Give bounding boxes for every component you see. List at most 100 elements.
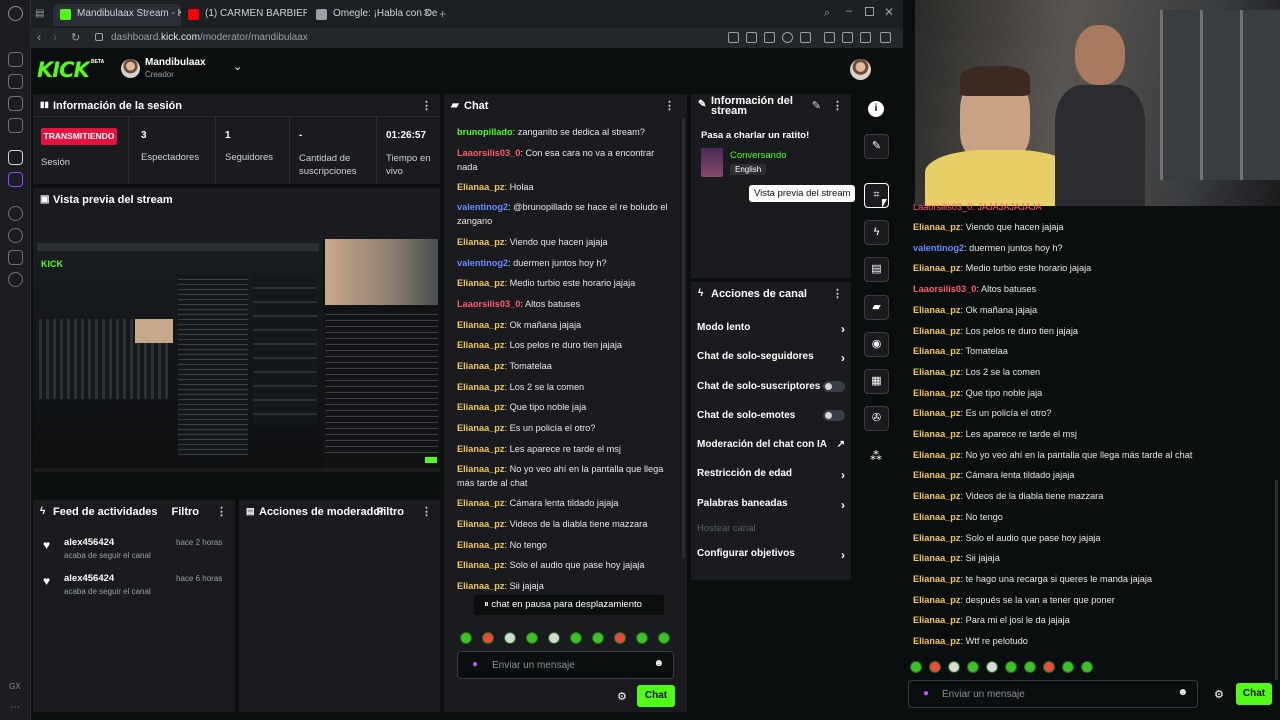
chat-username[interactable]: Elianaa_pz <box>913 470 961 480</box>
category-thumbnail[interactable] <box>701 148 723 177</box>
user-avatar[interactable] <box>850 59 871 80</box>
broadcast-icon[interactable]: ◉ <box>864 332 889 357</box>
emote-icon[interactable] <box>910 661 922 673</box>
reload-icon[interactable]: ↻ <box>71 31 80 44</box>
emote-icon[interactable] <box>570 632 582 644</box>
right-chat-settings-icon[interactable]: ⚙ <box>1214 688 1224 701</box>
kebab-icon[interactable]: ⋮ <box>216 505 227 518</box>
extensions-toolbar-icon[interactable] <box>824 32 835 43</box>
kebab-icon[interactable]: ⋮ <box>421 505 432 518</box>
chat-send-button[interactable]: Chat <box>637 685 675 707</box>
chat-username[interactable]: Elianaa_pz <box>913 346 961 356</box>
chat-input[interactable]: ● Enviar un mensaje ☻ <box>457 651 674 679</box>
emote-icon[interactable] <box>1081 661 1093 673</box>
tab-menu-icon[interactable]: ▤ <box>35 8 44 19</box>
wallet-icon[interactable] <box>842 32 853 43</box>
activity-filter-button[interactable]: Filtro <box>172 506 200 518</box>
kick-icon[interactable] <box>8 150 23 165</box>
pin-icon[interactable] <box>728 32 739 43</box>
emote-icon[interactable] <box>548 632 560 644</box>
chat-username[interactable]: Elianaa_pz <box>913 388 961 398</box>
stream-preview-video[interactable]: KICK <box>33 239 440 468</box>
chat-username[interactable]: Elianaa_pz <box>913 222 961 232</box>
chat-username[interactable]: Elianaa_pz <box>457 182 505 192</box>
chat-username[interactable]: Elianaa_pz <box>913 408 961 418</box>
chat-username[interactable]: Elianaa_pz <box>457 402 505 412</box>
channel-avatar[interactable] <box>121 59 140 78</box>
tab-omegle[interactable]: Omegle: ¡Habla con Desc ✕ <box>309 4 437 26</box>
chat-username[interactable]: Elianaa_pz <box>457 320 505 330</box>
mod-filter-button[interactable]: Filtro <box>377 506 405 518</box>
emote-icon[interactable] <box>482 632 494 644</box>
chat-username[interactable]: Elianaa_pz <box>457 423 505 433</box>
channel-action-item[interactable]: Configurar objetivos › <box>697 548 847 562</box>
right-chat-send-button[interactable]: Chat <box>1236 683 1272 705</box>
snapshot-icon[interactable] <box>746 32 757 43</box>
bookmark-heart-icon[interactable] <box>800 32 811 43</box>
emote-icon[interactable] <box>967 661 979 673</box>
emoji-icon[interactable]: ☻ <box>1177 687 1188 698</box>
bookmarks-icon[interactable] <box>8 96 23 111</box>
chat-username[interactable]: Elianaa_pz <box>457 560 505 570</box>
chat-paused-banner[interactable]: ⏸ chat en pausa para desplazamiento <box>474 595 664 615</box>
channel-action-item[interactable]: Chat de solo-emotes <box>697 410 847 421</box>
right-chat-input[interactable]: ● Enviar un mensaje ☻ <box>908 680 1198 708</box>
channel-action-item[interactable]: Chat de solo-seguidores › <box>697 351 847 365</box>
tab-youtube[interactable]: (1) CARMEN BARBIERI Y L <box>181 4 307 26</box>
downloads-icon[interactable] <box>8 250 23 265</box>
info-icon[interactable]: i <box>868 101 884 117</box>
menu-icon[interactable] <box>880 32 891 43</box>
chat-icon[interactable]: ▰ <box>864 295 889 320</box>
chat-username[interactable]: Elianaa_pz <box>457 498 505 508</box>
chat-username[interactable]: Elianaa_pz <box>913 491 961 501</box>
kebab-icon[interactable]: ⋮ <box>421 99 432 112</box>
extensions-icon[interactable] <box>8 74 23 89</box>
layout-icon[interactable]: ▦ <box>864 369 889 394</box>
apps-icon[interactable]: ⁂ <box>870 449 882 463</box>
emote-icon[interactable] <box>948 661 960 673</box>
chat-username[interactable]: valentinog2 <box>457 202 508 212</box>
kebab-icon[interactable]: ⋮ <box>832 287 843 300</box>
channel-action-item[interactable]: Moderación del chat con IA ↗ <box>697 439 847 450</box>
chat-username[interactable]: Elianaa_pz <box>457 237 505 247</box>
maximize-icon[interactable] <box>865 7 874 16</box>
chat-username[interactable]: Elianaa_pz <box>913 533 961 543</box>
chat-username[interactable]: brunopillado <box>457 127 513 137</box>
emoji-icon[interactable]: ☻ <box>653 658 664 669</box>
chat-username[interactable]: Elianaa_pz <box>913 326 961 336</box>
microphone-icon[interactable]: ● <box>923 688 929 699</box>
toggle-switch[interactable] <box>823 410 845 421</box>
download-icon[interactable] <box>860 32 871 43</box>
quick-actions-icon[interactable]: ϟ <box>864 220 889 245</box>
channel-action-item[interactable]: Restricción de edad › <box>697 468 847 482</box>
chat-username[interactable]: Elianaa_pz <box>913 553 961 563</box>
emote-icon[interactable] <box>1024 661 1036 673</box>
kebab-icon[interactable]: ⋮ <box>832 99 843 112</box>
history-icon[interactable] <box>8 228 23 243</box>
emote-icon[interactable] <box>1043 661 1055 673</box>
emote-icon[interactable] <box>1062 661 1074 673</box>
player-icon[interactable] <box>8 206 23 221</box>
tab-kick[interactable]: Mandibulaax Stream - Kic <box>53 4 181 26</box>
channel-action-item[interactable]: Palabras baneadas › <box>697 498 847 512</box>
channel-action-item[interactable]: Chat de solo-suscriptores <box>697 381 847 392</box>
chat-username[interactable]: Elianaa_pz <box>457 540 505 550</box>
chat-username[interactable]: Elianaa_pz <box>913 636 961 646</box>
adblock-icon[interactable] <box>764 32 775 43</box>
search-tabs-icon[interactable]: ⌕ <box>824 7 830 20</box>
emote-icon[interactable] <box>1005 661 1017 673</box>
chat-username[interactable]: Elianaa_pz <box>457 581 505 591</box>
chat-username[interactable]: valentinog2 <box>913 243 964 253</box>
video-popout-icon[interactable] <box>782 32 793 43</box>
chat-username[interactable]: Elianaa_pz <box>913 595 961 605</box>
chat-username[interactable]: Elianaa_pz <box>457 278 505 288</box>
microphone-icon[interactable]: ● <box>472 659 478 670</box>
new-tab-icon[interactable]: + <box>439 7 446 21</box>
opera-logo-icon[interactable] <box>8 6 23 21</box>
speed-dial-icon[interactable] <box>8 52 23 67</box>
chat-username[interactable]: Elianaa_pz <box>913 367 961 377</box>
emote-icon[interactable] <box>614 632 626 644</box>
news-icon[interactable] <box>8 118 23 133</box>
emote-icon[interactable] <box>929 661 941 673</box>
close-tab-icon[interactable]: ✕ <box>423 8 431 19</box>
